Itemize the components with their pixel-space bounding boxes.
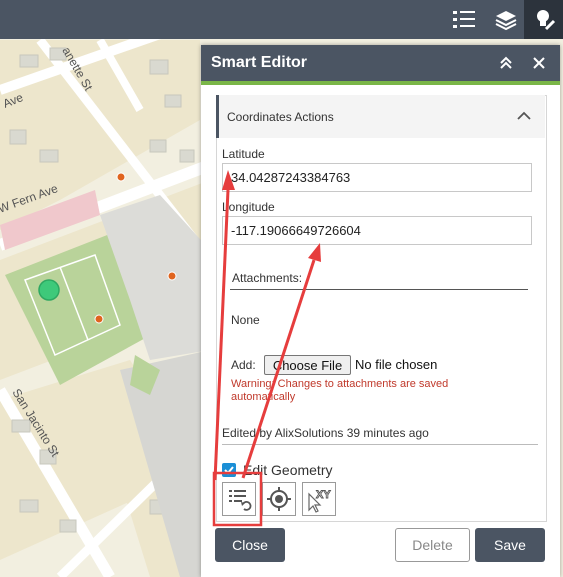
- highlight-box: [212, 471, 263, 527]
- annotation-overlay: [212, 170, 321, 527]
- arrow-to-longitude: [241, 259, 316, 479]
- arrowhead-longitude: [308, 243, 321, 262]
- arrowhead-latitude: [222, 170, 235, 190]
- arrow-to-latitude: [213, 189, 230, 481]
